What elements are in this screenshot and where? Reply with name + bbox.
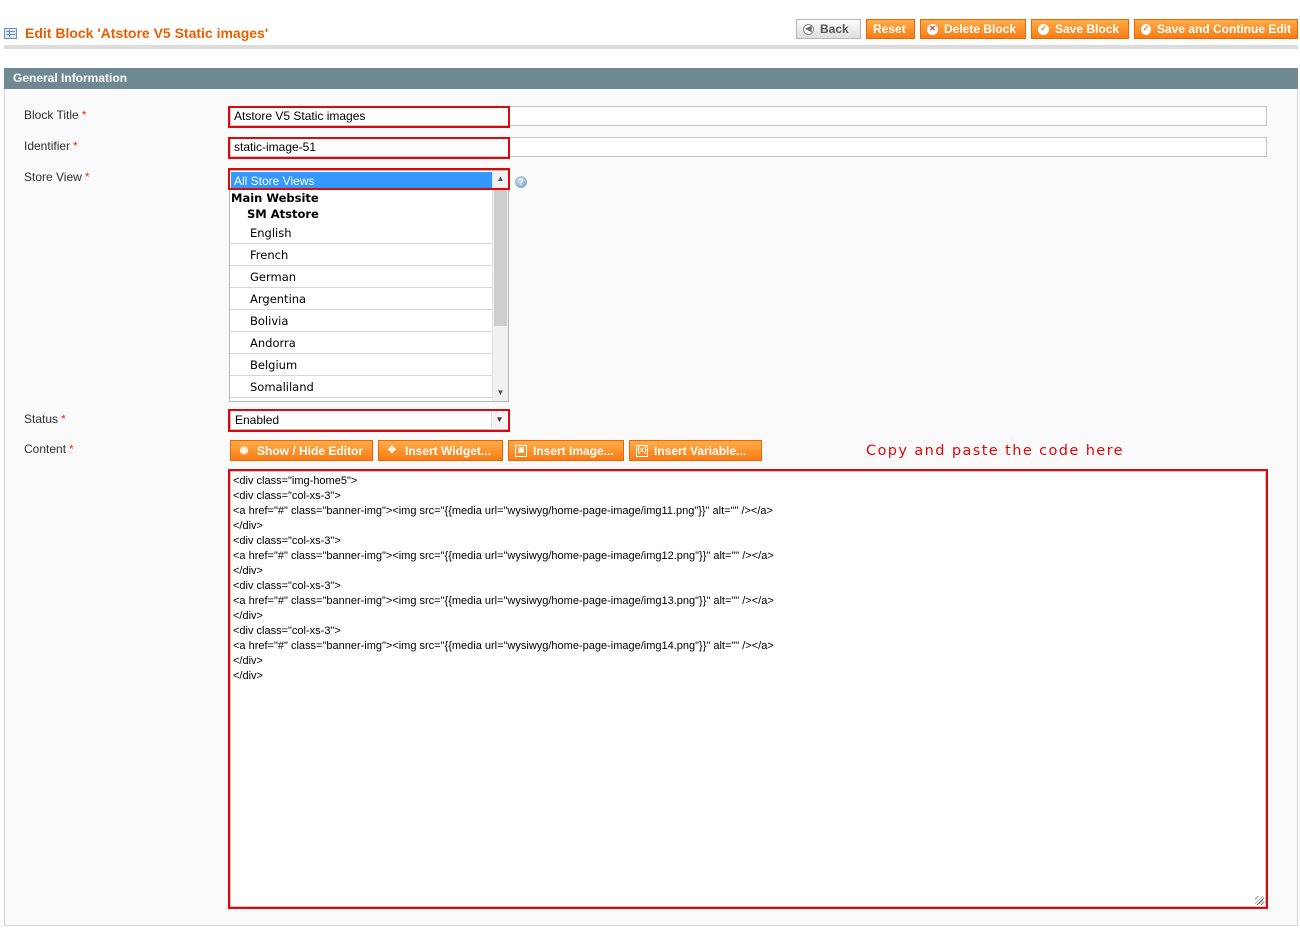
page-header: Edit Block 'Atstore V5 Static images' <box>4 24 268 42</box>
status-select[interactable]: Enabled ▼ <box>230 410 509 430</box>
block-title-label: Block Title * <box>24 108 87 122</box>
identifier-label: Identifier * <box>24 139 78 153</box>
store-view-group-main-website: Main Website <box>231 191 319 205</box>
header-divider <box>4 45 1298 49</box>
store-view-option[interactable]: Argentina <box>230 288 493 310</box>
save-continue-button-label: Save and Continue Edit <box>1156 22 1291 36</box>
store-view-option[interactable]: English <box>230 222 493 244</box>
back-button-label: Back <box>820 22 849 36</box>
page-title: Edit Block 'Atstore V5 Static images' <box>25 25 269 41</box>
insert-variable-button[interactable]: {x} Insert Variable... <box>629 440 762 461</box>
section-title: General Information <box>4 68 1298 89</box>
store-view-multiselect[interactable]: All Store Views Main Website SM Atstore … <box>229 170 509 402</box>
image-icon: ▣ <box>515 444 527 457</box>
instruction-annotation: Copy and paste the code here <box>866 443 1124 459</box>
store-view-option[interactable]: Andorra <box>230 332 493 354</box>
insert-widget-button[interactable]: ✥ Insert Widget... <box>378 440 503 461</box>
insert-image-label: Insert Image... <box>533 443 614 458</box>
scroll-down-icon[interactable]: ▼ <box>493 385 508 401</box>
insert-variable-label: Insert Variable... <box>654 443 747 458</box>
delete-button-label: Delete Block <box>944 22 1017 36</box>
content-label: Content * <box>24 442 74 456</box>
store-view-selected-option[interactable]: All Store Views <box>231 172 492 190</box>
store-view-label: Store View * <box>24 170 90 184</box>
save-button-label: Save Block <box>1055 22 1120 36</box>
store-view-option[interactable]: Belgium <box>230 354 493 376</box>
store-view-option[interactable]: French <box>230 244 493 266</box>
delete-icon: ✕ <box>927 23 938 35</box>
store-view-scrollbar[interactable]: ▲ ▼ <box>492 171 508 401</box>
store-view-option[interactable]: German <box>230 266 493 288</box>
save-and-continue-button[interactable]: ✓ Save and Continue Edit <box>1134 19 1298 39</box>
store-view-option[interactable]: Somaliland <box>230 376 493 398</box>
widget-icon: ✥ <box>387 444 397 456</box>
store-view-option[interactable]: Bolivia <box>230 310 493 332</box>
content-textarea[interactable]: <div class="img-home5"> <div class="col-… <box>230 471 1266 907</box>
identifier-input[interactable] <box>230 137 1267 157</box>
delete-block-button[interactable]: ✕ Delete Block <box>920 19 1026 39</box>
grid-icon <box>4 27 17 39</box>
scroll-up-icon[interactable]: ▲ <box>493 171 508 187</box>
reset-button[interactable]: Reset <box>866 19 915 39</box>
eye-icon: ◉ <box>239 444 249 456</box>
checkmark-icon: ✓ <box>1038 23 1049 35</box>
back-arrow-icon: ◀ <box>803 23 814 35</box>
back-button[interactable]: ◀ Back <box>796 19 861 39</box>
status-label: Status * <box>24 412 66 426</box>
block-title-input[interactable] <box>230 106 1267 126</box>
insert-image-button[interactable]: ▣ Insert Image... <box>508 440 624 461</box>
variable-icon: {x} <box>636 444 648 457</box>
help-icon[interactable]: ? <box>515 176 527 188</box>
status-selected-value: Enabled <box>235 413 280 427</box>
checkmark-icon: ✓ <box>1141 23 1151 35</box>
resize-grip-icon[interactable] <box>1255 896 1263 904</box>
save-block-button[interactable]: ✓ Save Block <box>1031 19 1129 39</box>
show-hide-editor-label: Show / Hide Editor <box>257 443 364 458</box>
chevron-down-icon[interactable]: ▼ <box>491 412 507 428</box>
scrollbar-thumb[interactable] <box>494 189 507 326</box>
store-view-subgroup-sm-atstore: SM Atstore <box>247 207 319 221</box>
show-hide-editor-button[interactable]: ◉ Show / Hide Editor <box>230 440 373 461</box>
reset-button-label: Reset <box>873 22 906 36</box>
insert-widget-label: Insert Widget... <box>405 443 491 458</box>
